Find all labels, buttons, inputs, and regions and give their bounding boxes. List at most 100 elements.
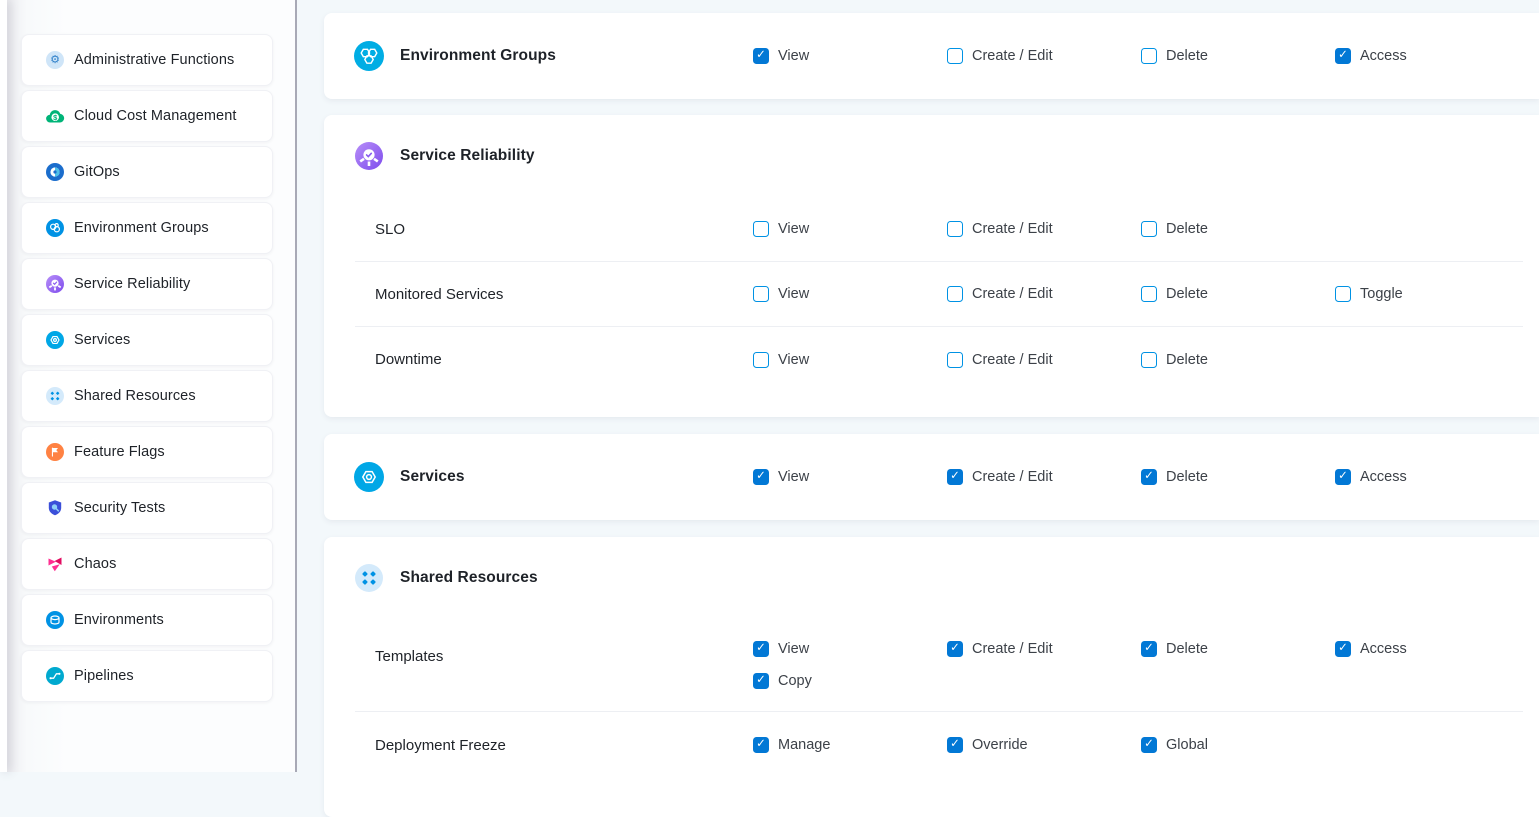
- permission-view[interactable]: View: [753, 633, 947, 665]
- row-label: SLO: [375, 221, 753, 238]
- permission-delete[interactable]: Delete: [1141, 213, 1335, 245]
- permission-label: Delete: [1166, 469, 1208, 485]
- checkbox-unchecked[interactable]: [1141, 48, 1157, 64]
- checkbox-unchecked[interactable]: [1335, 286, 1351, 302]
- services-icon: [354, 462, 384, 492]
- sidebar-item-environment-groups[interactable]: Environment Groups: [21, 202, 273, 254]
- sidebar-item-label: Cloud Cost Management: [74, 108, 237, 124]
- permission-access[interactable]: Access: [1335, 40, 1529, 72]
- permission-global[interactable]: Global: [1141, 729, 1335, 761]
- permission-cell: Create / Edit: [947, 213, 1141, 245]
- permission-delete[interactable]: Delete: [1141, 633, 1335, 665]
- chaos-icon: [45, 554, 65, 574]
- checkbox-checked[interactable]: [753, 469, 769, 485]
- checkbox-unchecked[interactable]: [1141, 352, 1157, 368]
- permission-cell: Access: [1335, 633, 1529, 697]
- sidebar-item-service-reliability[interactable]: Service Reliability: [21, 258, 273, 310]
- permission-create-edit[interactable]: Create / Edit: [947, 461, 1141, 493]
- sidebar-item-administrative-functions[interactable]: ⚙Administrative Functions: [21, 34, 273, 86]
- permission-manage[interactable]: Manage: [753, 729, 947, 761]
- checkbox-checked[interactable]: [947, 469, 963, 485]
- shared-resources-icon: [354, 563, 384, 593]
- sidebar-item-security-tests[interactable]: Security Tests: [21, 482, 273, 534]
- checkbox-unchecked[interactable]: [753, 352, 769, 368]
- checkbox-checked[interactable]: [1141, 641, 1157, 657]
- checkbox-checked[interactable]: [753, 737, 769, 753]
- sidebar-item-cloud-cost-management[interactable]: $Cloud Cost Management: [21, 90, 273, 142]
- checkbox-checked[interactable]: [753, 641, 769, 657]
- sidebar-item-pipelines[interactable]: Pipelines: [21, 650, 273, 702]
- permission-cell: [1335, 344, 1529, 376]
- permission-label: Create / Edit: [972, 352, 1053, 368]
- sidebar-item-feature-flags[interactable]: Feature Flags: [21, 426, 273, 478]
- permission-cell: Access: [1335, 461, 1529, 493]
- permission-create-edit[interactable]: Create / Edit: [947, 344, 1141, 376]
- checkbox-checked[interactable]: [753, 673, 769, 689]
- permission-cell: Delete: [1141, 344, 1335, 376]
- row-label: Deployment Freeze: [375, 737, 753, 754]
- checkbox-unchecked[interactable]: [947, 352, 963, 368]
- sidebar-item-services[interactable]: Services: [21, 314, 273, 366]
- sidebar-item-shared-resources[interactable]: Shared Resources: [21, 370, 273, 422]
- checkbox-checked[interactable]: [947, 737, 963, 753]
- permission-view[interactable]: View: [753, 278, 947, 310]
- permission-label: Manage: [778, 737, 830, 753]
- permission-view[interactable]: View: [753, 344, 947, 376]
- sidebar-item-label: Security Tests: [74, 500, 165, 516]
- checkbox-unchecked[interactable]: [753, 221, 769, 237]
- sidebar-item-gitops[interactable]: GitOps: [21, 146, 273, 198]
- permission-view[interactable]: View: [753, 213, 947, 245]
- section-header: Service Reliability: [324, 115, 1539, 197]
- checkbox-unchecked[interactable]: [947, 221, 963, 237]
- checkbox-unchecked[interactable]: [1141, 221, 1157, 237]
- gear-icon: ⚙: [45, 50, 65, 70]
- permission-label: Copy: [778, 673, 812, 689]
- permission-access[interactable]: Access: [1335, 633, 1529, 665]
- permission-label: View: [778, 221, 809, 237]
- permission-delete[interactable]: Delete: [1141, 40, 1335, 72]
- permission-delete[interactable]: Delete: [1141, 278, 1335, 310]
- permission-toggle[interactable]: Toggle: [1335, 278, 1529, 310]
- permission-label: Access: [1360, 469, 1407, 485]
- permission-access[interactable]: Access: [1335, 461, 1529, 493]
- row-label: Templates: [375, 641, 753, 673]
- permission-create-edit[interactable]: Create / Edit: [947, 278, 1141, 310]
- permission-delete[interactable]: Delete: [1141, 344, 1335, 376]
- permission-label: View: [778, 286, 809, 302]
- permission-label: View: [778, 352, 809, 368]
- checkbox-checked[interactable]: [1141, 469, 1157, 485]
- permission-cell: Delete: [1141, 40, 1335, 72]
- checkbox-checked[interactable]: [1335, 48, 1351, 64]
- permission-label: Toggle: [1360, 286, 1403, 302]
- permission-row-deployment-freeze: Deployment Freeze Manage Override Global: [355, 712, 1523, 778]
- permission-create-edit[interactable]: Create / Edit: [947, 633, 1141, 665]
- checkbox-checked[interactable]: [947, 641, 963, 657]
- permission-label: Create / Edit: [972, 641, 1053, 657]
- sidebar-item-environments[interactable]: Environments: [21, 594, 273, 646]
- checkbox-checked[interactable]: [1141, 737, 1157, 753]
- permission-delete[interactable]: Delete: [1141, 461, 1335, 493]
- permission-view[interactable]: View: [753, 40, 947, 72]
- sidebar-divider: [295, 0, 297, 772]
- permission-override[interactable]: Override: [947, 729, 1141, 761]
- section-header: Shared Resources: [324, 537, 1539, 619]
- permission-copy[interactable]: Copy: [753, 665, 947, 697]
- permission-view[interactable]: View: [753, 461, 947, 493]
- permission-label: Delete: [1166, 641, 1208, 657]
- permission-create-edit[interactable]: Create / Edit: [947, 213, 1141, 245]
- permission-label: View: [778, 48, 809, 64]
- permission-label: Create / Edit: [972, 48, 1053, 64]
- checkbox-unchecked[interactable]: [1141, 286, 1157, 302]
- checkbox-checked[interactable]: [1335, 469, 1351, 485]
- gitops-icon: [45, 162, 65, 182]
- checkbox-unchecked[interactable]: [947, 48, 963, 64]
- sidebar-item-label: Service Reliability: [74, 276, 190, 292]
- sidebar-item-chaos[interactable]: Chaos: [21, 538, 273, 590]
- checkbox-unchecked[interactable]: [753, 286, 769, 302]
- permission-create-edit[interactable]: Create / Edit: [947, 40, 1141, 72]
- checkbox-checked[interactable]: [753, 48, 769, 64]
- checkbox-checked[interactable]: [1335, 641, 1351, 657]
- checkbox-unchecked[interactable]: [947, 286, 963, 302]
- permission-label: Override: [972, 737, 1028, 753]
- permission-row-downtime: DowntimeViewCreate / EditDelete: [355, 327, 1523, 392]
